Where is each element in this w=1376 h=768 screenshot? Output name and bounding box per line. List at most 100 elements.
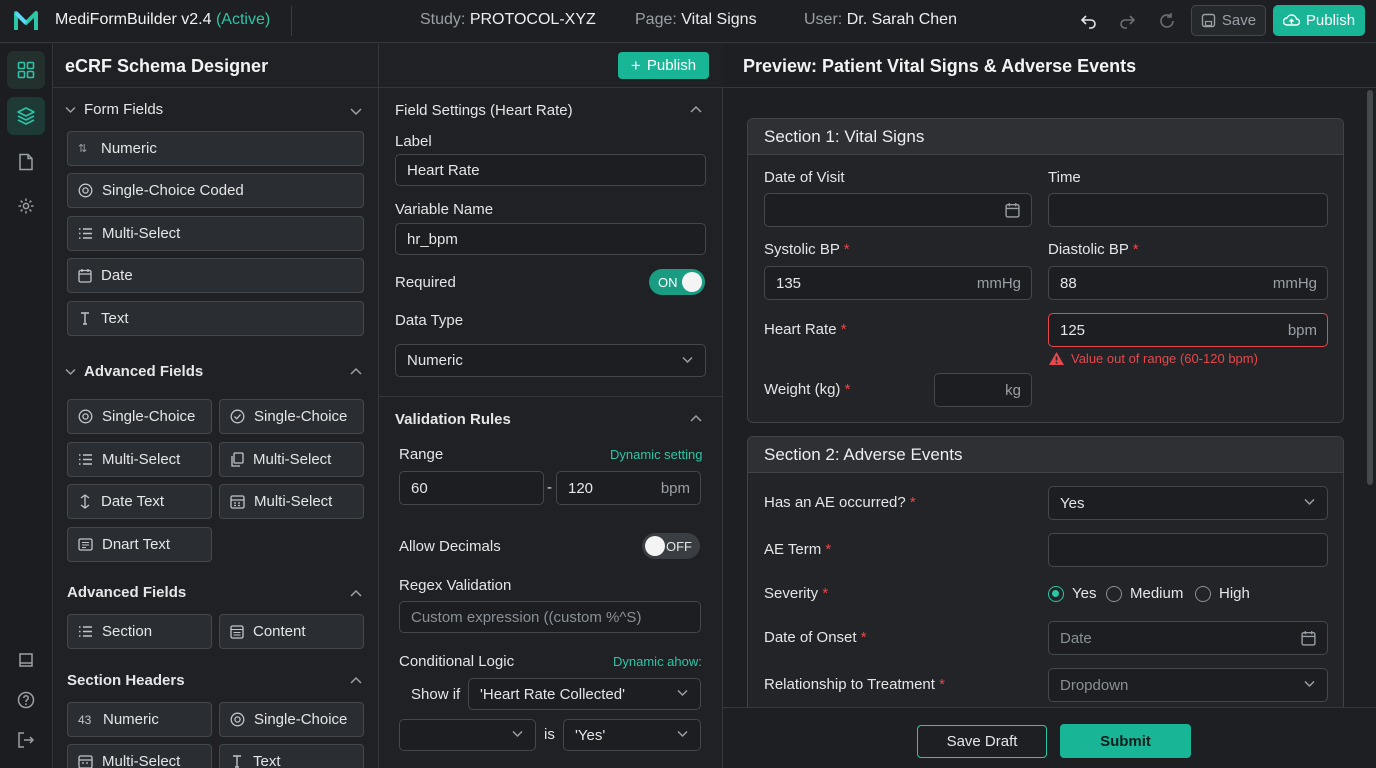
radio-icon: [78, 409, 93, 424]
palette-item-label: Text: [101, 310, 129, 327]
relation-select[interactable]: Dropdown: [1048, 668, 1328, 702]
range-min-input[interactable]: 60: [399, 471, 544, 505]
conditional-logic-label: Conditional Logic: [399, 653, 515, 670]
systolic-text: Systolic BP: [764, 241, 840, 258]
data-type-label: Data Type: [395, 312, 464, 329]
chevron-up-icon[interactable]: [349, 365, 363, 379]
date-of-visit-input[interactable]: [764, 193, 1032, 227]
document-icon[interactable]: [7, 143, 45, 181]
severity-option-high[interactable]: High: [1195, 585, 1250, 602]
palette-item-label: Single-Choice: [102, 408, 196, 425]
label-input[interactable]: Heart Rate: [395, 154, 706, 186]
section-headers-header[interactable]: Section Headers: [67, 672, 185, 689]
onset-date-input[interactable]: Date: [1048, 621, 1328, 655]
calendar-icon: [1005, 203, 1020, 218]
palette-item-multi-select[interactable]: Multi-Select: [67, 442, 212, 477]
dashboard-icon[interactable]: [7, 51, 45, 89]
grid-icon: [78, 754, 93, 768]
app-status: (Active): [215, 11, 271, 28]
range-hint: Dynamic setting: [610, 447, 703, 462]
ae-occurred-label: Has an AE occurred? *: [764, 494, 916, 511]
onset-text: Date of Onset: [764, 629, 857, 646]
undo-icon[interactable]: [1079, 11, 1099, 31]
variable-name-input[interactable]: hr_bpm: [395, 223, 706, 255]
range-max-input[interactable]: 120 bpm: [556, 471, 701, 505]
palette-item-section[interactable]: Section: [67, 614, 212, 649]
chevron-up-icon[interactable]: [349, 587, 363, 601]
palette-item-single-choice-coded[interactable]: Single-Choice Coded: [67, 173, 364, 208]
refresh-icon[interactable]: [1157, 11, 1177, 31]
redo-icon[interactable]: [1117, 11, 1137, 31]
publish-label: Publish: [646, 57, 697, 74]
palette-item-numeric[interactable]: ⇅ Numeric: [67, 131, 364, 166]
palette-item-multi-select[interactable]: Multi-Select: [67, 216, 364, 251]
logout-icon[interactable]: [7, 721, 45, 759]
ae-occurred-select[interactable]: Yes: [1048, 486, 1328, 520]
palette-item-text[interactable]: Text: [67, 301, 364, 336]
ae-term-input[interactable]: [1048, 533, 1328, 567]
range-min-value: 60: [411, 479, 428, 497]
chevron-up-icon[interactable]: [689, 412, 703, 426]
required-toggle[interactable]: ON: [649, 269, 705, 295]
advanced-fields-header-2[interactable]: Advanced Fields: [67, 584, 186, 601]
app-logo-icon: [14, 11, 38, 30]
heart-rate-unit: bpm: [1287, 321, 1317, 339]
is-value-select[interactable]: 'Yes': [563, 719, 701, 751]
palette-item-multi-select[interactable]: Multi-Select: [219, 442, 364, 477]
chevron-up-icon[interactable]: [689, 103, 703, 117]
palette-item-multi-select[interactable]: Multi-Select: [219, 484, 364, 519]
calendar-icon: [1301, 631, 1316, 646]
chevron-down-icon: [1304, 498, 1315, 506]
palette-item-label: Content: [253, 623, 306, 640]
time-input[interactable]: [1048, 193, 1328, 227]
palette-item-text[interactable]: Text: [219, 744, 364, 768]
section-title: Section 2: Adverse Events: [748, 437, 1343, 473]
palette-item-date[interactable]: Date: [67, 258, 364, 293]
diastolic-value: 88: [1060, 274, 1077, 292]
form-fields-header[interactable]: Form Fields: [65, 101, 163, 118]
decimals-toggle[interactable]: OFF: [642, 533, 700, 559]
book-icon[interactable]: [7, 641, 45, 679]
condition-operand-select[interactable]: [399, 719, 536, 751]
palette-item-date-text[interactable]: Date Text: [67, 484, 212, 519]
heart-rate-input[interactable]: 125 bpm: [1048, 313, 1328, 347]
save-button[interactable]: Save: [1191, 5, 1266, 36]
chevron-up-icon[interactable]: [349, 674, 363, 688]
weight-input[interactable]: kg: [934, 373, 1032, 407]
severity-option-yes[interactable]: Yes: [1048, 585, 1096, 602]
show-if-select[interactable]: 'Heart Rate Collected': [468, 678, 701, 710]
toggle-knob: [645, 536, 665, 556]
diastolic-input[interactable]: 88 mmHg: [1048, 266, 1328, 300]
publish-button[interactable]: + Publish: [618, 52, 709, 79]
advanced-fields-header[interactable]: Advanced Fields: [65, 363, 203, 380]
section-adverse-events: Section 2: Adverse Events Has an AE occu…: [747, 436, 1344, 726]
palette-item-numeric[interactable]: 43 Numeric: [67, 702, 212, 737]
help-icon[interactable]: [7, 681, 45, 719]
ae-term-text: AE Term: [764, 541, 822, 558]
preview-footer: Save Draft Submit: [723, 707, 1376, 768]
show-if-value: 'Heart Rate Collected': [480, 685, 625, 703]
scrollbar[interactable]: [1367, 90, 1373, 485]
gear-icon[interactable]: [7, 187, 45, 225]
relation-placeholder: Dropdown: [1060, 676, 1129, 694]
palette-item-single-choice[interactable]: Single-Choice: [67, 399, 212, 434]
palette-item-content[interactable]: Content: [219, 614, 364, 649]
palette-item-single-choice[interactable]: Single-Choice: [219, 702, 364, 737]
publish-top-button[interactable]: Publish: [1273, 5, 1365, 36]
regex-input[interactable]: Custom expression ((custom %^S): [399, 601, 701, 633]
chevron-down-icon[interactable]: [349, 104, 363, 118]
systolic-input[interactable]: 135 mmHg: [764, 266, 1032, 300]
weight-unit: kg: [1005, 381, 1021, 399]
data-type-select[interactable]: Numeric: [395, 344, 706, 377]
palette-item-single-choice[interactable]: Single-Choice: [219, 399, 364, 434]
save-draft-button[interactable]: Save Draft: [917, 725, 1047, 758]
palette-item-multi-select[interactable]: Multi-Select: [67, 744, 212, 768]
layers-icon[interactable]: [7, 97, 45, 135]
required-toggle-text: ON: [658, 274, 678, 290]
cloud-upload-icon: [1282, 14, 1300, 26]
label-label: Label: [395, 133, 432, 150]
palette-item-dnart-text[interactable]: Dnart Text: [67, 527, 212, 562]
chevron-down-icon: [512, 730, 523, 738]
submit-button[interactable]: Submit: [1060, 724, 1191, 758]
severity-option-medium[interactable]: Medium: [1106, 585, 1183, 602]
